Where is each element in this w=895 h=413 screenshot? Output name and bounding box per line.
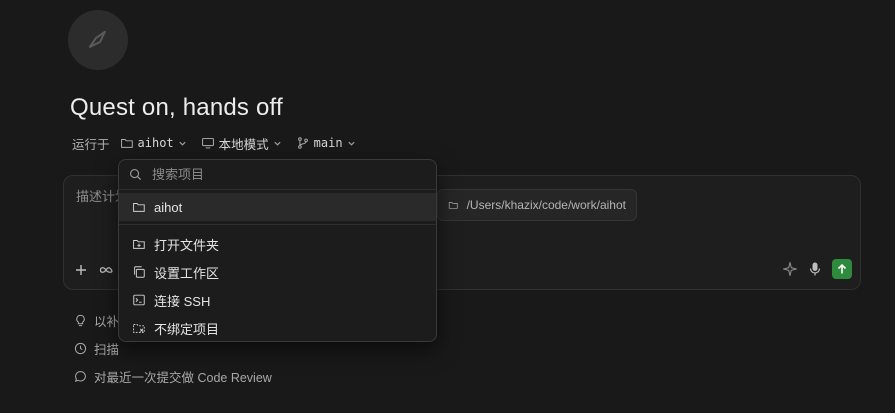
folder-plus-icon — [133, 240, 145, 249]
copy-icon — [134, 266, 145, 278]
project-path-text: /Users/khazix/code/work/aihot — [466, 198, 626, 212]
set-workspace-label: 设置工作区 — [154, 265, 220, 281]
suggestion-text: 以补 — [94, 314, 120, 329]
project-path-chip: /Users/khazix/code/work/aihot — [437, 189, 637, 221]
branch-selector-label: main — [313, 136, 343, 150]
branch-selector[interactable]: main — [296, 136, 356, 150]
run-label: 运行于 — [72, 137, 110, 152]
project-option-aihot[interactable]: aihot — [119, 193, 436, 221]
unbind-project-label: 不绑定项目 — [154, 321, 220, 337]
app-logo — [68, 10, 128, 70]
folder-icon — [133, 203, 145, 212]
set-workspace-option[interactable]: 设置工作区 — [119, 258, 436, 286]
project-search — [119, 160, 436, 190]
project-option-label: aihot — [154, 199, 183, 215]
open-folder-label: 打开文件夹 — [154, 237, 220, 253]
run-context-bar: 运行于 aihot 本地模式 main — [72, 134, 370, 152]
suggestion-item[interactable]: 对最近一次提交做 Code Review — [74, 362, 272, 390]
compass-icon — [88, 30, 106, 48]
project-selector-label: aihot — [137, 136, 174, 150]
microphone-icon[interactable] — [808, 261, 822, 277]
folder-x-icon — [133, 324, 145, 333]
chevron-down-icon — [347, 141, 355, 146]
suggestion-text: 扫描 — [94, 342, 120, 357]
arrow-up-icon — [837, 263, 847, 274]
project-search-input[interactable] — [150, 166, 426, 183]
chat-icon — [74, 370, 86, 382]
plus-icon[interactable] — [74, 263, 88, 277]
folder-icon — [448, 201, 458, 209]
search-icon — [130, 169, 142, 181]
mode-selector[interactable]: 本地模式 — [201, 134, 282, 153]
page-title: Quest on, hands off — [70, 94, 283, 121]
chevron-down-icon — [274, 141, 281, 146]
infinity-icon[interactable] — [98, 263, 114, 277]
divider — [119, 224, 436, 225]
connect-ssh-option[interactable]: 连接 SSH — [119, 286, 436, 314]
lightbulb-icon — [76, 314, 85, 326]
sparkle-icon[interactable] — [782, 261, 798, 277]
project-dropdown: aihot 打开文件夹 设置工作区 连接 SSH 不绑定项目 — [118, 159, 437, 342]
mode-selector-label: 本地模式 — [218, 137, 269, 152]
unbind-project-option[interactable]: 不绑定项目 — [119, 314, 436, 341]
open-folder-option[interactable]: 打开文件夹 — [119, 230, 436, 258]
project-selector[interactable]: aihot — [120, 136, 187, 150]
connect-ssh-label: 连接 SSH — [154, 293, 211, 309]
monitor-icon — [201, 137, 214, 149]
folder-icon — [120, 139, 133, 148]
send-button[interactable] — [832, 259, 852, 279]
suggestion-text: 对最近一次提交做 Code Review — [94, 370, 272, 385]
clock-icon — [74, 342, 87, 354]
git-branch-icon — [297, 137, 308, 149]
chevron-down-icon — [179, 141, 186, 146]
terminal-icon — [133, 294, 145, 306]
